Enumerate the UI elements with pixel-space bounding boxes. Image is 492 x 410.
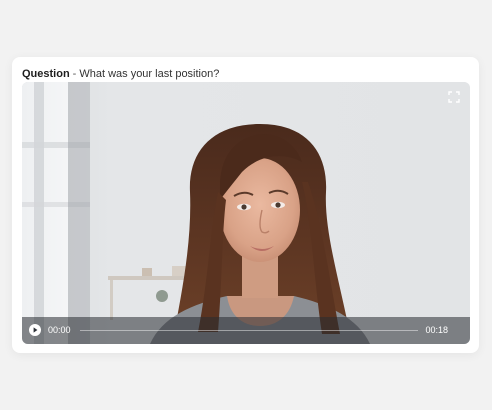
question-heading: Question - What was your last position? <box>22 67 219 81</box>
page: Question-What was your last position? <box>0 0 492 410</box>
question-card: Question-What was your last position? <box>12 57 479 353</box>
play-button[interactable] <box>29 324 41 336</box>
question-label: Question <box>22 68 70 80</box>
progress-bar[interactable] <box>80 330 418 331</box>
question-separator: - <box>72 68 77 80</box>
video-player[interactable]: 00:00 00:18 <box>22 82 470 344</box>
video-controls-bar: 00:00 00:18 <box>22 317 470 344</box>
total-time: 00:18 <box>425 325 448 335</box>
fullscreen-icon <box>448 91 460 103</box>
fullscreen-button[interactable] <box>448 90 460 103</box>
current-time: 00:00 <box>48 325 71 335</box>
video-frame <box>22 82 470 344</box>
play-icon <box>33 327 38 333</box>
question-text: What was your last position? <box>79 68 220 80</box>
